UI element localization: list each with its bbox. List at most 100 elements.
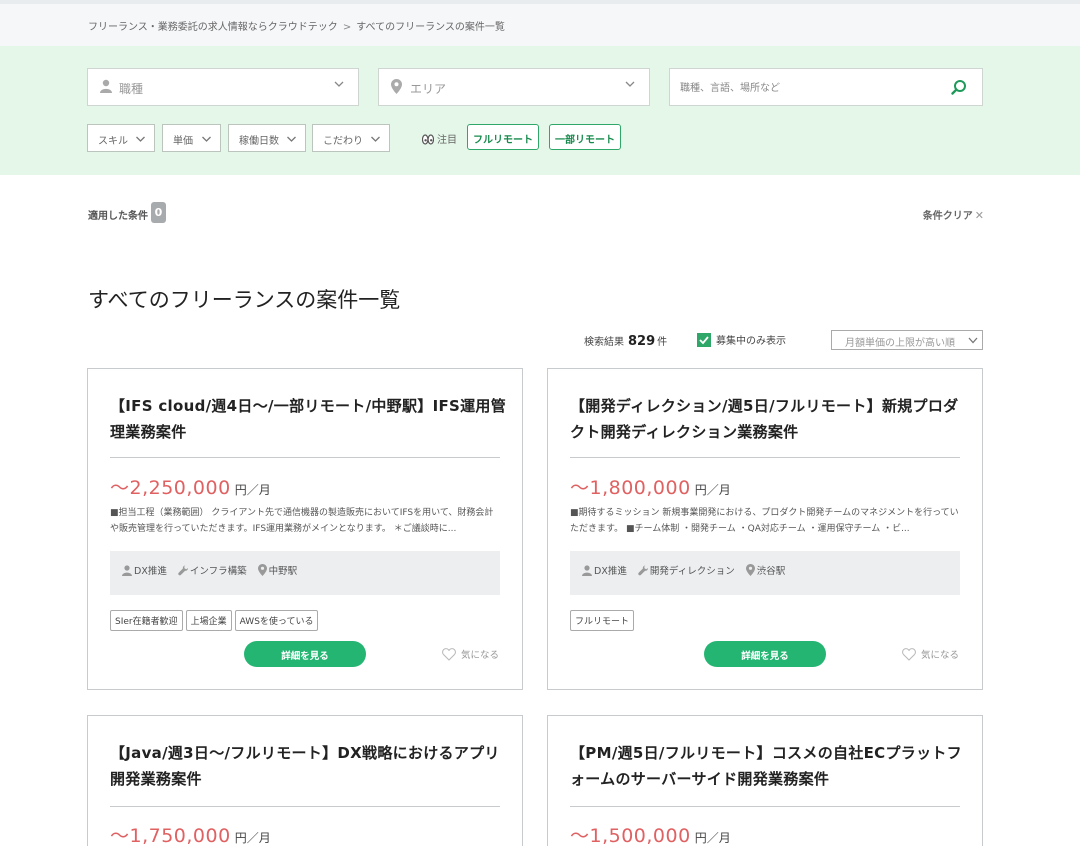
view-detail-button[interactable]: 詳細を見る [704,641,826,667]
clear-conditions-label: 条件クリア [922,211,973,222]
heart-icon [442,648,456,661]
location-pin-icon [257,564,267,576]
filter-price-button[interactable]: 単価 [162,124,221,152]
quick-tag-full-remote[interactable]: フルリモート [467,124,539,150]
job-type-label: 職種 [119,82,144,96]
chevron-down-icon [287,136,296,142]
wrench-icon [178,565,188,576]
job-role: インフラ構築 [178,565,247,577]
job-location: 中野駅 [257,564,297,577]
job-card: 【IFS cloud/週4日〜/一部リモート/中野駅】IFS運用管理業務案件 〜… [87,368,523,690]
applied-conditions-count: 0 [151,202,166,223]
job-card: 【開発ディレクション/週5日/フルリモート】新規プロダクト開発ディレクション業務… [547,368,983,690]
location-pin-icon [745,564,755,576]
divider [110,806,500,807]
page-title: すべてのフリーランスの案件一覧 [88,288,401,312]
search-panel: 職種 エリア スキル 単価 稼働日数 こだわり 注目 フルリモート 一部リモート [0,46,1080,175]
job-tag: フルリモート [570,610,635,631]
attention-label: 注目 [421,131,457,146]
job-title[interactable]: 【IFS cloud/週4日〜/一部リモート/中野駅】IFS運用管理業務案件 [110,393,506,445]
price-unit: 円／月 [694,483,731,497]
job-tag: 上場企業 [185,610,232,631]
person-icon [582,565,592,576]
breadcrumb-home-link[interactable]: フリーランス・業務委託の求人情報ならクラウドテック [88,22,338,33]
job-location: 渋谷駅 [745,564,785,577]
job-title[interactable]: 【PM/週5日/フルリモート】コスメの自社ECプラットフォームのサーバーサイド開… [570,740,966,792]
results-label: 検索結果 [584,337,624,348]
recruiting-only-checkbox[interactable] [697,333,711,347]
search-results-count: 検索結果 829 件 [584,333,667,349]
breadcrumb: フリーランス・業務委託の求人情報ならクラウドテック > すべてのフリーランスの案件一… [88,18,505,33]
job-description: ■担当工程（業務範囲） クライアント先で通信機器の製造販売においてIFSを用いて… [110,508,494,534]
chevron-down-icon [625,81,635,87]
recruiting-only-label: 募集中のみ表示 [716,336,786,347]
search-icon[interactable] [951,79,967,95]
breadcrumb-current: すべてのフリーランスの案件一覧 [356,22,505,33]
price-unit: 円／月 [234,831,271,845]
job-price: 〜1,750,000 円／月 [110,821,271,846]
filter-preference-button[interactable]: こだわり [312,124,390,152]
view-detail-button[interactable]: 詳細を見る [244,641,366,667]
job-description: ■期待するミッション 新規事業開発における、プロダクト開発チームのマネジメントを… [570,508,959,534]
job-title[interactable]: 【Java/週3日〜/フルリモート】DX戦略におけるアプリ開発業務案件 [110,740,506,792]
person-icon [100,79,114,95]
filter-workdays-label: 稼働日数 [239,136,279,147]
chevron-down-icon [136,136,145,142]
checkmark-icon [699,336,709,345]
breadcrumb-separator: > [342,22,352,33]
applied-conditions-label: 適用した条件 [88,211,148,222]
price-amount: 〜1,500,000 [570,825,691,846]
filter-preference-label: こだわり [323,136,363,147]
job-tags: フルリモート [570,609,637,631]
person-icon [122,565,132,576]
filter-skill-button[interactable]: スキル [87,124,155,152]
job-type-select[interactable]: 職種 [87,68,359,106]
favorite-button[interactable]: 気になる [902,647,959,661]
job-card: 【Java/週3日〜/フルリモート】DX戦略におけるアプリ開発業務案件 〜1,7… [87,715,523,846]
attention-text: 注目 [437,135,457,146]
favorite-button[interactable]: 気になる [442,647,499,661]
close-icon: ✕ [974,209,984,222]
area-select[interactable]: エリア [378,68,650,106]
job-category: DX推進 [122,565,167,577]
divider [570,457,960,458]
recruiting-only-toggle[interactable]: 募集中のみ表示 [697,332,786,347]
filter-skill-label: スキル [98,136,128,147]
results-unit: 件 [657,337,668,348]
job-role: 開発ディレクション [638,565,735,577]
job-title[interactable]: 【開発ディレクション/週5日/フルリモート】新規プロダクト開発ディレクション業務… [570,393,966,445]
filter-workdays-button[interactable]: 稼働日数 [228,124,306,152]
chevron-down-icon [371,136,380,142]
location-pin-icon [391,79,405,95]
price-unit: 円／月 [694,831,731,845]
wrench-icon [638,565,648,576]
chevron-down-icon [202,136,211,142]
job-tag: SIer在籍者歓迎 [110,610,183,631]
job-category: DX推進 [582,565,627,577]
price-amount: 〜2,250,000 [110,477,231,499]
divider [110,457,500,458]
area-label: エリア [410,82,447,96]
sort-select[interactable]: 月額単価の上限が高い順 [831,330,983,350]
results-number: 829 [628,334,656,349]
job-tags: SIer在籍者歓迎 上場企業 AWSを使っている [110,609,321,631]
quick-tag-partial-remote[interactable]: 一部リモート [549,124,621,150]
chevron-down-icon [968,336,978,345]
heart-icon [902,648,916,661]
breadcrumb-bar: フリーランス・業務委託の求人情報ならクラウドテック > すべてのフリーランスの案件一… [0,4,1080,46]
clear-conditions-button[interactable]: 条件クリア ✕ [923,207,984,222]
job-price: 〜2,250,000 円／月 [110,473,271,500]
eyes-icon [421,134,435,145]
filter-price-label: 単価 [173,136,193,147]
job-tag: AWSを使っている [234,610,319,631]
price-amount: 〜1,750,000 [110,825,231,846]
job-price: 〜1,800,000 円／月 [570,473,731,500]
keyword-input[interactable] [680,79,940,97]
price-unit: 円／月 [234,483,271,497]
job-price: 〜1,500,000 円／月 [570,821,731,846]
divider [570,806,960,807]
job-card: 【PM/週5日/フルリモート】コスメの自社ECプラットフォームのサーバーサイド開… [547,715,983,846]
price-amount: 〜1,800,000 [570,477,691,499]
chevron-down-icon [334,81,344,87]
sort-selected-label: 月額単価の上限が高い順 [845,338,955,349]
